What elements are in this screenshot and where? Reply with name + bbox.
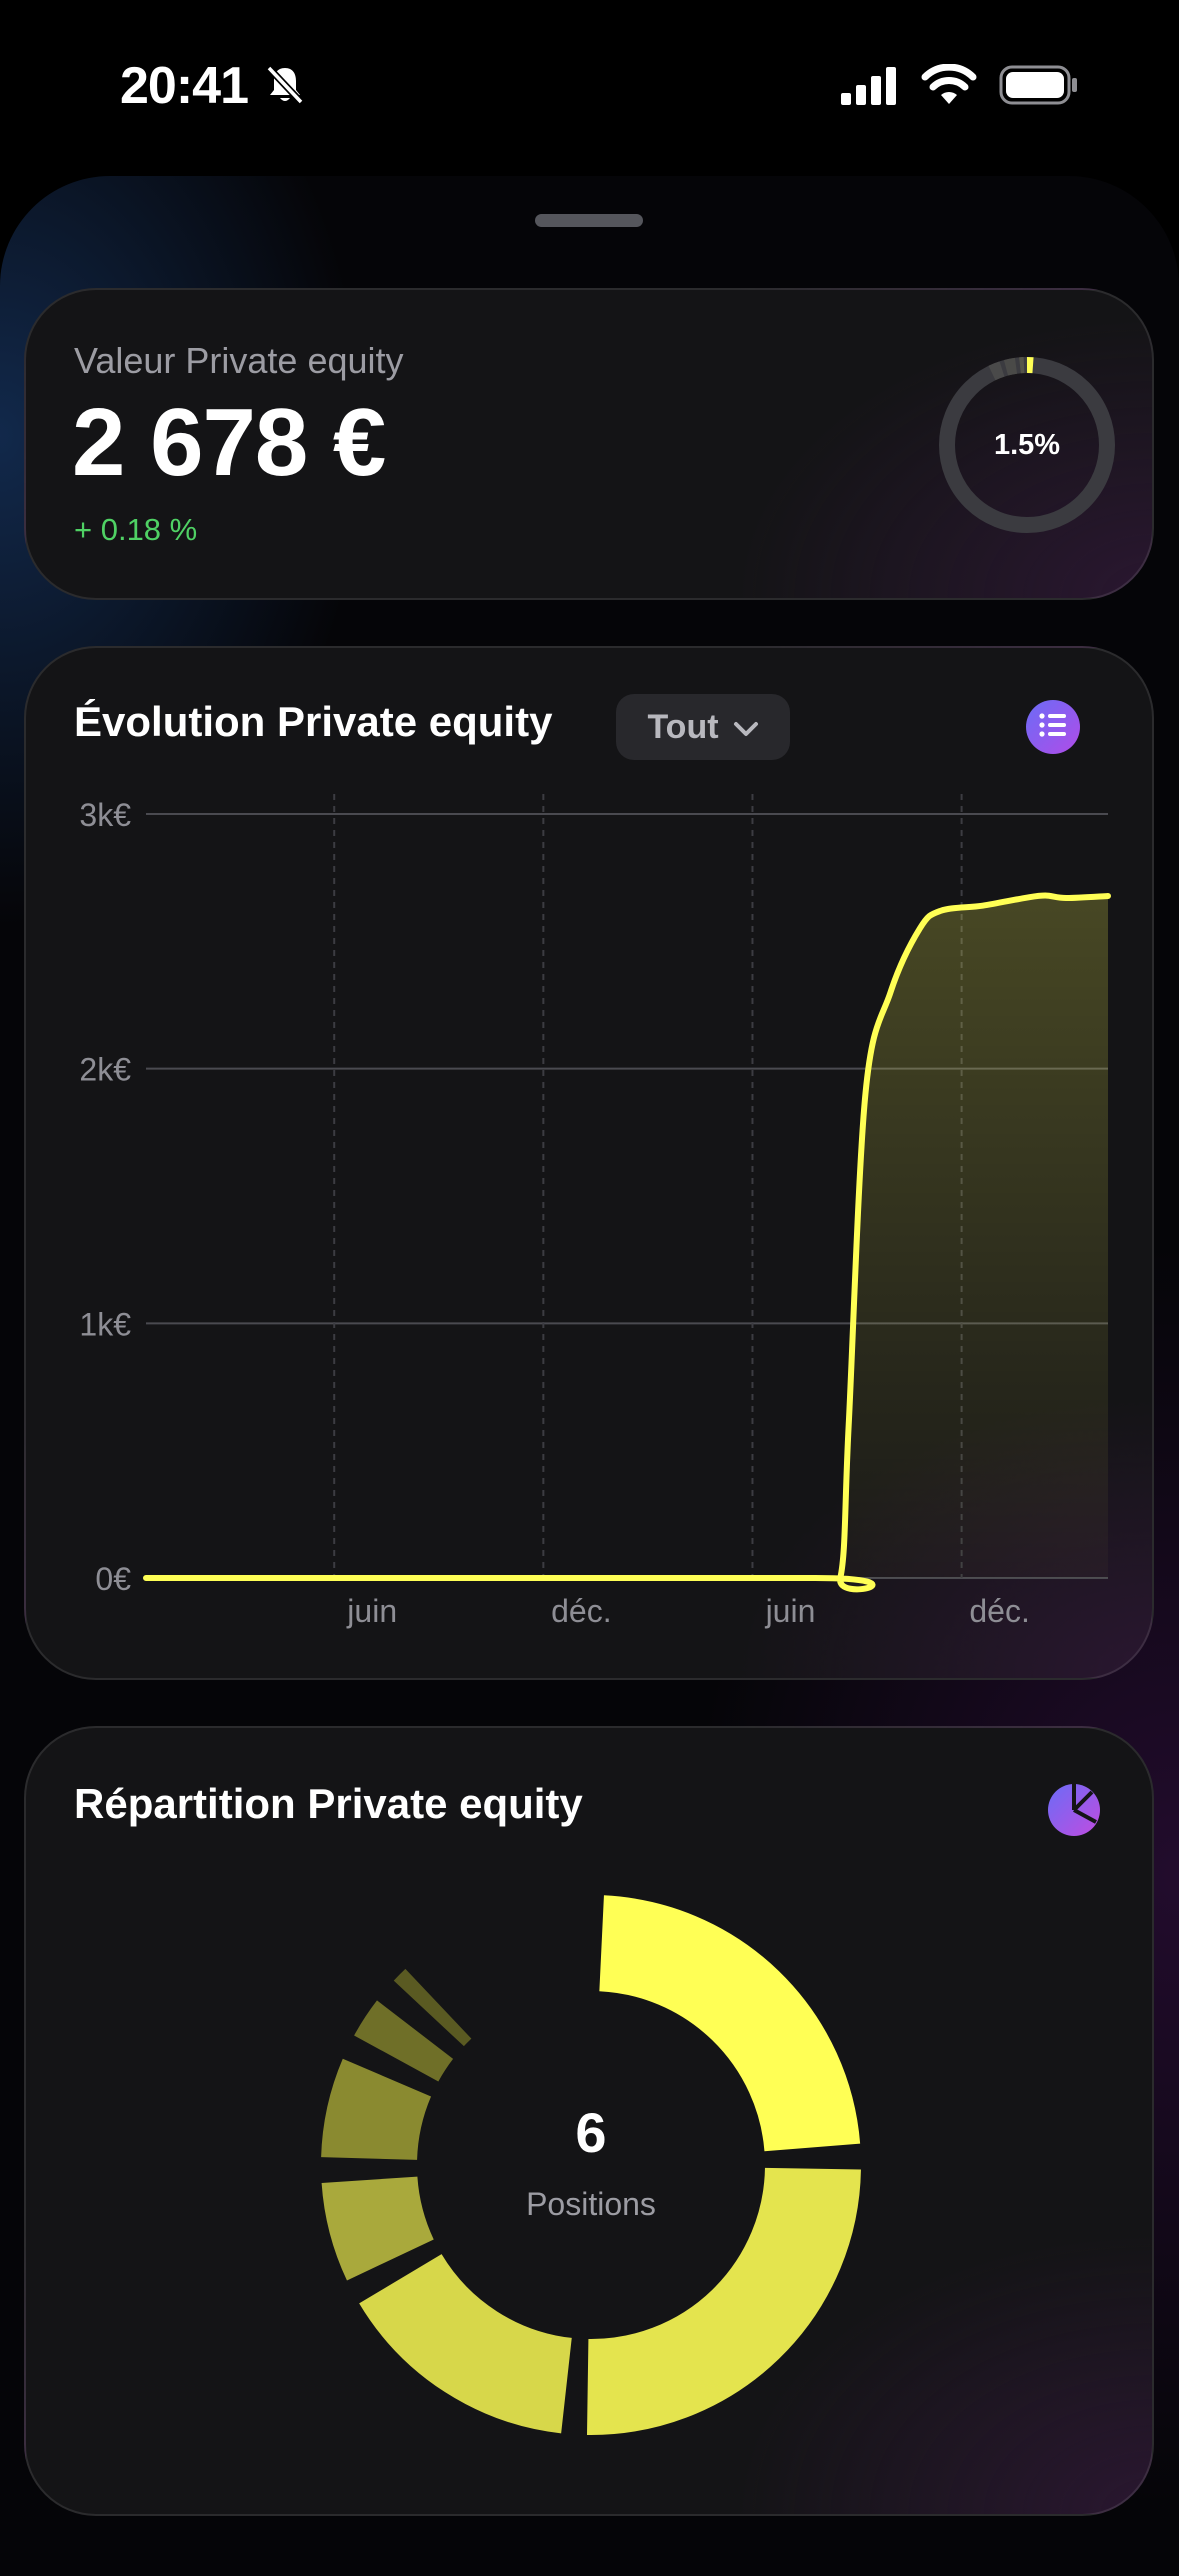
evolution-chart[interactable]: 3k€ 2k€ 1k€ 0€ juin déc. juin déc.	[26, 648, 1156, 1682]
donut-segment	[369, 2078, 387, 2159]
x-tick-label: juin	[346, 1593, 397, 1629]
x-tick-label: déc.	[969, 1593, 1029, 1629]
series-area	[146, 895, 1108, 1589]
share-percent: 1.5%	[932, 350, 1122, 540]
y-tick-label: 0€	[95, 1561, 131, 1597]
value-label: Valeur Private equity	[74, 340, 404, 382]
donut-segment	[396, 2030, 415, 2059]
donut-segment	[369, 2180, 390, 2260]
donut-segment	[429, 2004, 439, 2014]
status-icons	[839, 64, 1079, 111]
positions-label: Positions	[466, 2186, 716, 2223]
donut-segment	[400, 2279, 566, 2386]
cellular-signal-icon	[839, 65, 899, 110]
bell-slash-icon	[262, 62, 308, 113]
sheet-grabber-handle[interactable]	[535, 214, 643, 227]
distribution-card: Répartition Private equity 6 Positions	[24, 1726, 1154, 2516]
evolution-card: Évolution Private equity Tout 3k€2k€1k€0…	[24, 646, 1154, 1680]
value-card[interactable]: Valeur Private equity 2 678 € + 0.18 % 1…	[24, 288, 1154, 600]
x-tick-label: déc.	[551, 1593, 611, 1629]
y-tick-label: 3k€	[79, 797, 131, 833]
status-time: 20:41	[120, 56, 248, 116]
x-tick-label: juin	[765, 1593, 816, 1629]
value-amount: 2 678 €	[72, 388, 385, 498]
wifi-icon	[921, 64, 977, 111]
y-tick-label: 1k€	[79, 1306, 131, 1342]
status-bar: 20:41	[0, 0, 1179, 170]
y-tick-label: 2k€	[79, 1052, 131, 1088]
battery-icon	[999, 64, 1079, 111]
value-change: + 0.18 %	[74, 512, 197, 548]
positions-count: 6	[506, 2100, 676, 2165]
